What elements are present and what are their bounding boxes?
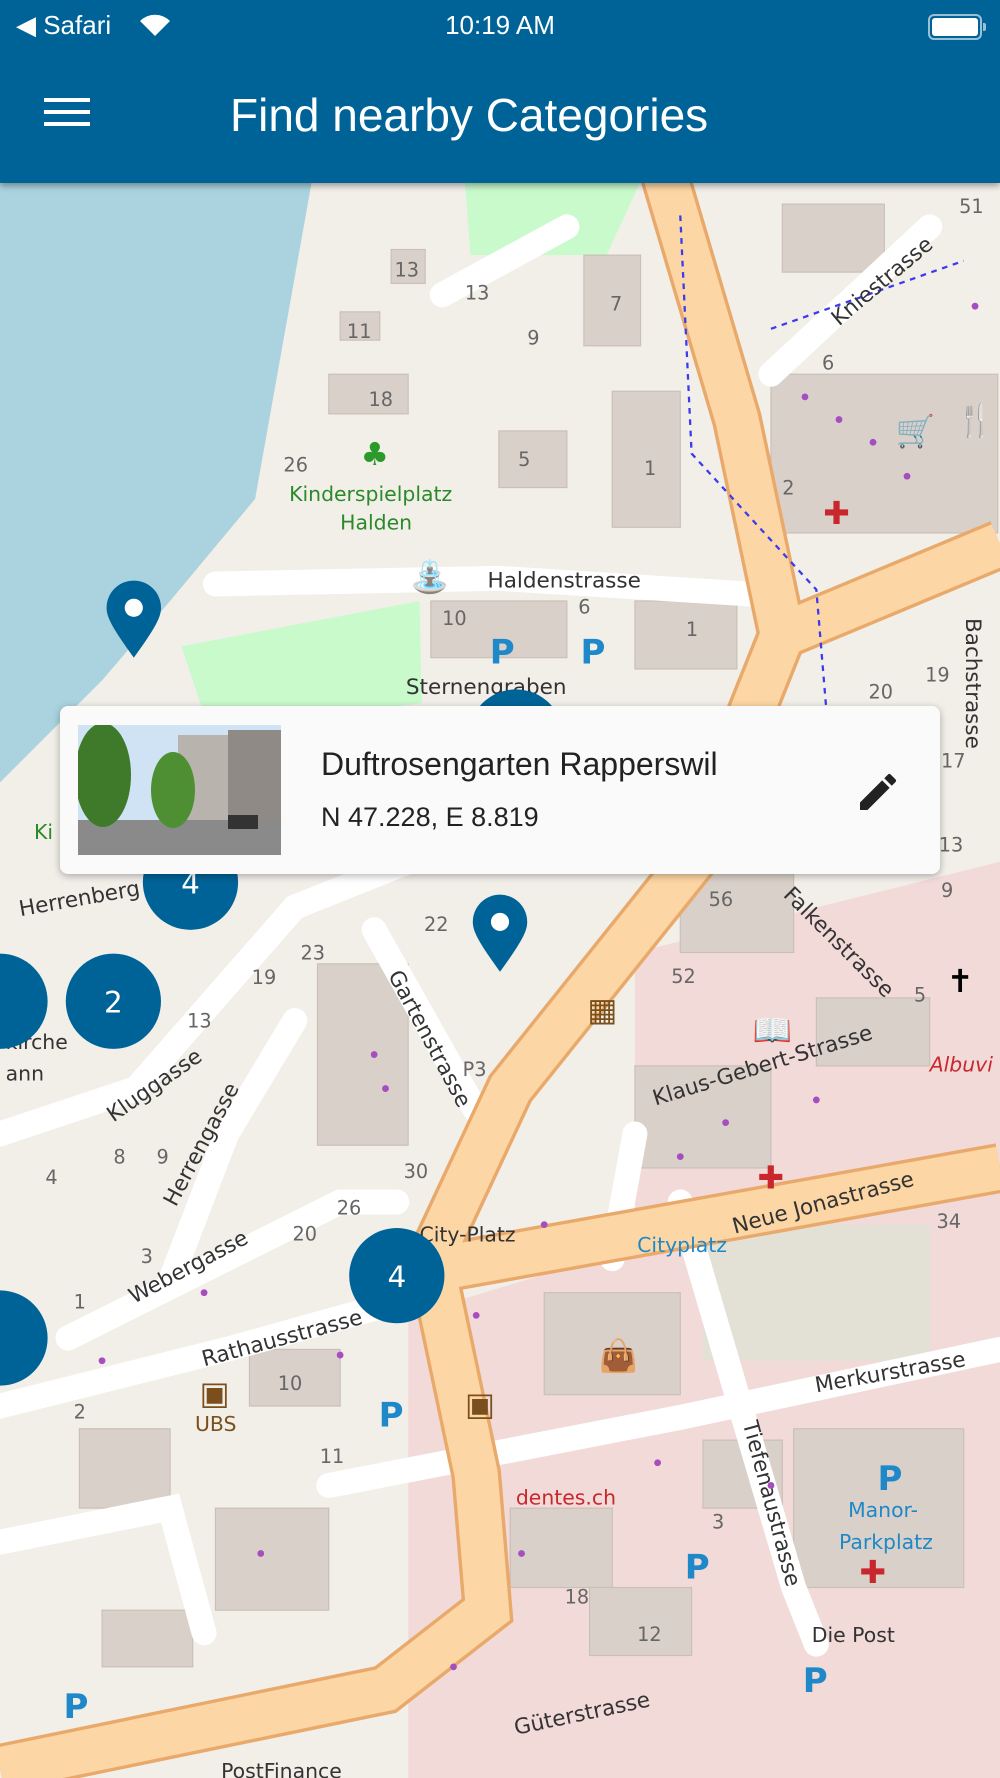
clock: 10:19 AM	[445, 10, 555, 40]
pharmacy-icon: ✚	[823, 496, 850, 532]
pharmacy-icon: ✚	[757, 1160, 784, 1196]
place-label: Manor-	[848, 1498, 918, 1522]
pharmacy-icon: ✚	[859, 1555, 886, 1591]
map-view[interactable]: Haldenstrasse Sternengraben Kniestrasse …	[0, 0, 1000, 1778]
house-number: 18	[368, 388, 393, 411]
house-number: 20	[868, 680, 893, 703]
house-number: 22	[424, 913, 449, 936]
page-title: Find nearby Categories	[230, 89, 709, 141]
parking-icon: P	[379, 1395, 404, 1435]
cluster-marker[interactable]: 2	[65, 953, 161, 1049]
house-number: 13	[395, 259, 420, 282]
house-number: 17	[941, 750, 966, 773]
parking-icon: P	[490, 632, 515, 672]
parking-icon: P	[63, 1687, 88, 1727]
place-label: PostFinance	[221, 1759, 342, 1778]
house-number: 13	[939, 834, 964, 857]
shop-icon: 🛒	[896, 413, 936, 450]
place-coordinates: N 47.228, E 8.819	[321, 802, 539, 832]
place-label: Halden	[340, 511, 412, 535]
edit-pencil-icon[interactable]	[854, 768, 902, 816]
house-number: 10	[278, 1372, 303, 1395]
playground-icon: ♣	[361, 437, 389, 473]
place-label: Cityplatz	[637, 1233, 727, 1257]
hamburger-menu-icon[interactable]	[44, 98, 90, 134]
house-number: 13	[187, 1009, 212, 1032]
house-number: 19	[925, 663, 950, 686]
place-thumbnail	[78, 725, 281, 855]
house-number: 5	[914, 983, 926, 1006]
house-number: 11	[320, 1445, 345, 1468]
fountain-icon: ⛲	[410, 558, 450, 595]
place-label: UBS	[195, 1412, 236, 1436]
house-number: 1	[686, 618, 698, 641]
house-number: 9	[156, 1145, 168, 1168]
place-label: dentes.ch	[516, 1486, 616, 1510]
house-number: 52	[671, 965, 696, 988]
place-label: Die Post	[812, 1623, 895, 1647]
house-number: 9	[527, 327, 539, 350]
house-number: 12	[637, 1623, 662, 1646]
house-number: 4	[45, 1166, 57, 1189]
battery-icon	[928, 14, 986, 40]
house-number: 1	[644, 457, 656, 480]
place-label: City-Platz	[420, 1223, 516, 1247]
parking-icon: P	[685, 1547, 710, 1587]
place-info-card[interactable]: Duftrosengarten Rapperswil N 47.228, E 8…	[60, 706, 940, 874]
house-number: 5	[518, 448, 530, 471]
house-number: 56	[709, 888, 734, 911]
place-title: Duftrosengarten Rapperswil	[321, 746, 718, 782]
svg-text:2: 2	[104, 986, 123, 1020]
house-number: 26	[283, 454, 308, 477]
place-label: Albuvi	[928, 1053, 994, 1077]
place-label: ann	[6, 1062, 44, 1086]
street-label: Haldenstrasse	[488, 568, 641, 593]
house-number: 51	[959, 195, 984, 218]
church-icon: ✝	[947, 964, 974, 1000]
street-label: Bachstrasse	[960, 618, 985, 749]
parking-icon: P	[878, 1459, 903, 1499]
house-number: 11	[347, 320, 372, 343]
status-bar: ◀ Safari 10:19 AM	[0, 8, 1000, 44]
cinema-icon: ▦	[587, 993, 617, 1029]
house-number: 3	[712, 1511, 724, 1534]
house-number: 9	[941, 879, 953, 902]
library-icon: 📖	[753, 1013, 793, 1049]
restaurant-icon: 🍴	[956, 402, 996, 439]
house-number: P3	[463, 1058, 487, 1081]
place-label: Ki	[34, 820, 53, 844]
bank-icon: ▣	[200, 1376, 230, 1412]
place-label: Kinderspielplatz	[289, 482, 452, 506]
house-number: 18	[565, 1585, 590, 1608]
house-number: 19	[252, 966, 277, 989]
house-number: 8	[113, 1145, 125, 1168]
house-number: 10	[442, 607, 467, 630]
house-number: 34	[937, 1210, 962, 1233]
bank-icon: ▣	[465, 1387, 495, 1423]
house-number: 20	[293, 1223, 318, 1246]
house-number: 26	[337, 1196, 362, 1219]
parking-icon: P	[580, 632, 605, 672]
parking-icon: P	[803, 1661, 828, 1701]
house-number: 6	[822, 352, 834, 375]
bag-icon: 👜	[599, 1337, 639, 1374]
cluster-marker[interactable]: 4	[349, 1228, 445, 1324]
house-number: 23	[300, 941, 325, 964]
app-bar: ◀ Safari 10:19 AM Find nearby Categories	[0, 0, 1000, 183]
house-number: 7	[610, 293, 622, 316]
house-number: 6	[578, 595, 590, 618]
svg-text:4: 4	[387, 1260, 406, 1294]
house-number: 2	[74, 1401, 86, 1424]
street-label: Sternengraben	[406, 675, 567, 700]
house-number: 13	[465, 281, 490, 304]
house-number: 1	[74, 1291, 86, 1314]
house-number: 30	[404, 1160, 429, 1183]
house-number: 3	[141, 1245, 153, 1268]
house-number: 2	[782, 476, 794, 499]
place-label: Parkplatz	[839, 1530, 933, 1554]
